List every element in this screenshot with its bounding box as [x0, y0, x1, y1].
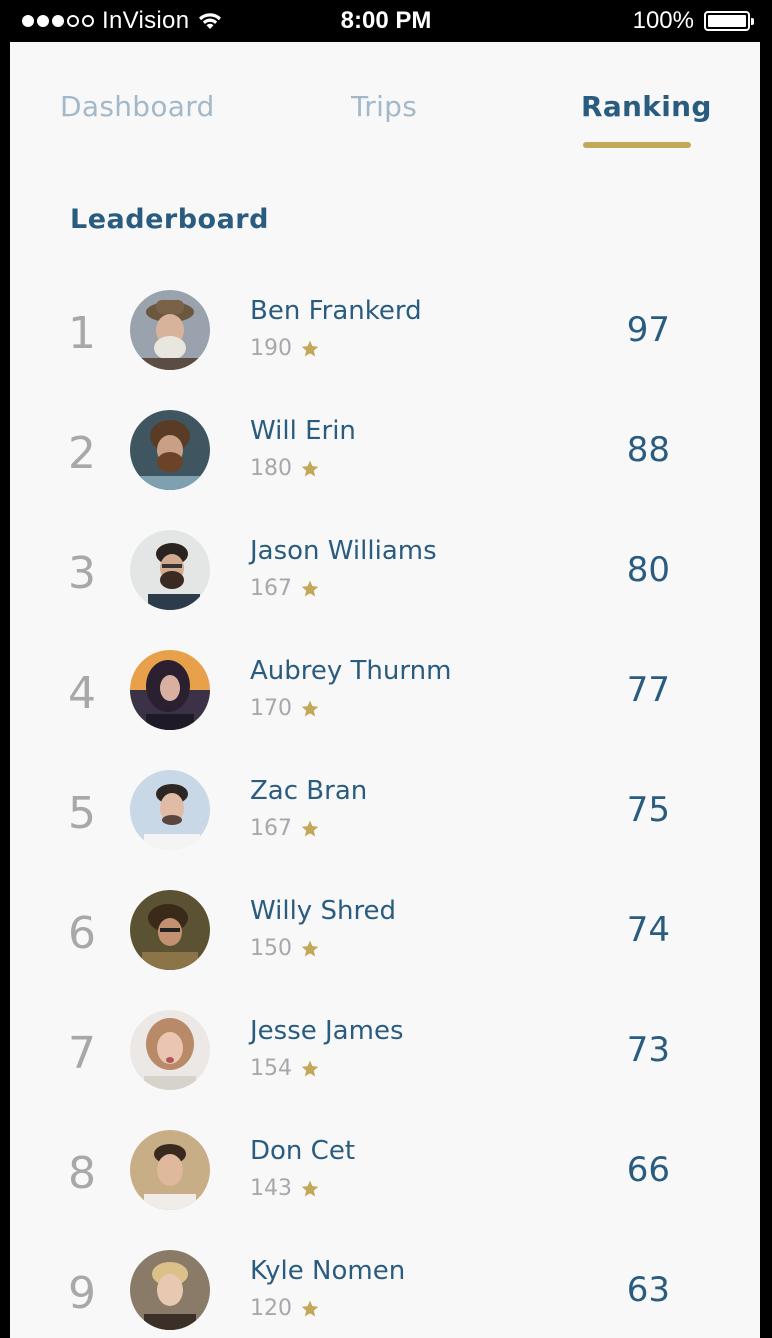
leaderboard-row[interactable]: 4 Aubrey Thurnm 170 77	[10, 650, 760, 770]
player-name: Will Erin	[250, 416, 356, 446]
rank-number: 6	[68, 908, 96, 959]
avatar[interactable]	[130, 650, 210, 730]
avatar[interactable]	[130, 890, 210, 970]
star-count-value: 120	[250, 1296, 292, 1321]
rank-number: 4	[68, 668, 96, 719]
player-score: 73	[626, 1030, 670, 1070]
avatar[interactable]	[130, 530, 210, 610]
player-name: Kyle Nomen	[250, 1256, 406, 1286]
star-icon	[301, 700, 319, 716]
rank-number: 1	[68, 308, 96, 359]
tab-ranking[interactable]: Ranking	[581, 90, 712, 123]
leaderboard-row[interactable]: 6 Willy Shred 150 74	[10, 890, 760, 1010]
star-count-value: 167	[250, 816, 292, 841]
rank-number: 8	[68, 1148, 96, 1199]
player-score: 66	[626, 1150, 670, 1190]
battery-icon	[704, 11, 754, 31]
star-icon	[301, 460, 319, 476]
rank-number: 3	[68, 548, 96, 599]
player-score: 80	[626, 550, 670, 590]
tab-dashboard[interactable]: Dashboard	[60, 90, 215, 123]
star-icon	[301, 940, 319, 956]
rank-number: 9	[68, 1268, 96, 1319]
leaderboard-row[interactable]: 5 Zac Bran 167 75	[10, 770, 760, 890]
player-score: 75	[626, 790, 670, 830]
star-icon	[301, 340, 319, 356]
player-score: 63	[626, 1270, 670, 1310]
star-icon	[301, 580, 319, 596]
star-count: 120	[250, 1296, 320, 1321]
star-icon	[301, 820, 319, 836]
leaderboard-list: 1 Ben Frankerd 190 97 2 Will Erin 180 88…	[10, 290, 760, 1338]
leaderboard-row[interactable]: 7 Jesse James 154 73	[10, 1010, 760, 1130]
star-count: 170	[250, 696, 320, 721]
star-count-value: 167	[250, 576, 292, 601]
active-tab-indicator	[583, 142, 691, 148]
avatar[interactable]	[130, 1250, 210, 1330]
tab-bar: Dashboard Trips Ranking	[10, 42, 760, 162]
player-score: 74	[626, 910, 670, 950]
star-count: 143	[250, 1176, 320, 1201]
player-score: 77	[626, 670, 670, 710]
leaderboard-row[interactable]: 1 Ben Frankerd 190 97	[10, 290, 760, 410]
tab-trips[interactable]: Trips	[351, 90, 417, 123]
star-count: 167	[250, 816, 320, 841]
device-frame: InVision 8:00 PM 100% Dashboard Trips Ra…	[0, 0, 772, 1338]
player-name: Ben Frankerd	[250, 296, 422, 326]
star-count-value: 170	[250, 696, 292, 721]
rank-number: 5	[68, 788, 96, 839]
rank-number: 2	[68, 428, 96, 479]
leaderboard-row[interactable]: 9 Kyle Nomen 120 63	[10, 1250, 760, 1338]
star-count: 180	[250, 456, 320, 481]
star-count-value: 150	[250, 936, 292, 961]
star-count-value: 143	[250, 1176, 292, 1201]
star-count-value: 180	[250, 456, 292, 481]
player-name: Willy Shred	[250, 896, 397, 926]
avatar[interactable]	[130, 410, 210, 490]
star-icon	[301, 1060, 319, 1076]
star-count: 167	[250, 576, 320, 601]
status-right: 100%	[632, 6, 754, 36]
player-score: 88	[626, 430, 670, 470]
battery-fill	[708, 15, 746, 27]
player-name: Aubrey Thurnm	[250, 656, 452, 686]
player-name: Don Cet	[250, 1136, 356, 1166]
leaderboard-row[interactable]: 3 Jason Williams 167 80	[10, 530, 760, 650]
rank-number: 7	[68, 1028, 96, 1079]
avatar[interactable]	[130, 1010, 210, 1090]
player-name: Jason Williams	[250, 536, 437, 566]
player-score: 97	[626, 310, 670, 350]
leaderboard-row[interactable]: 2 Will Erin 180 88	[10, 410, 760, 530]
star-count: 150	[250, 936, 320, 961]
leaderboard-title: Leaderboard	[70, 204, 269, 235]
status-bar: InVision 8:00 PM 100%	[0, 0, 772, 42]
star-count-value: 190	[250, 336, 292, 361]
leaderboard-row[interactable]: 8 Don Cet 143 66	[10, 1130, 760, 1250]
star-count: 190	[250, 336, 320, 361]
avatar[interactable]	[130, 1130, 210, 1210]
battery-percentage: 100%	[632, 7, 694, 34]
player-name: Zac Bran	[250, 776, 368, 806]
ranking-screen: Dashboard Trips Ranking Leaderboard 1 Be…	[10, 42, 760, 1338]
star-count-value: 154	[250, 1056, 292, 1081]
avatar[interactable]	[130, 290, 210, 370]
star-icon	[301, 1180, 319, 1196]
avatar[interactable]	[130, 770, 210, 850]
star-icon	[301, 1300, 319, 1316]
player-name: Jesse James	[250, 1016, 404, 1046]
star-count: 154	[250, 1056, 320, 1081]
